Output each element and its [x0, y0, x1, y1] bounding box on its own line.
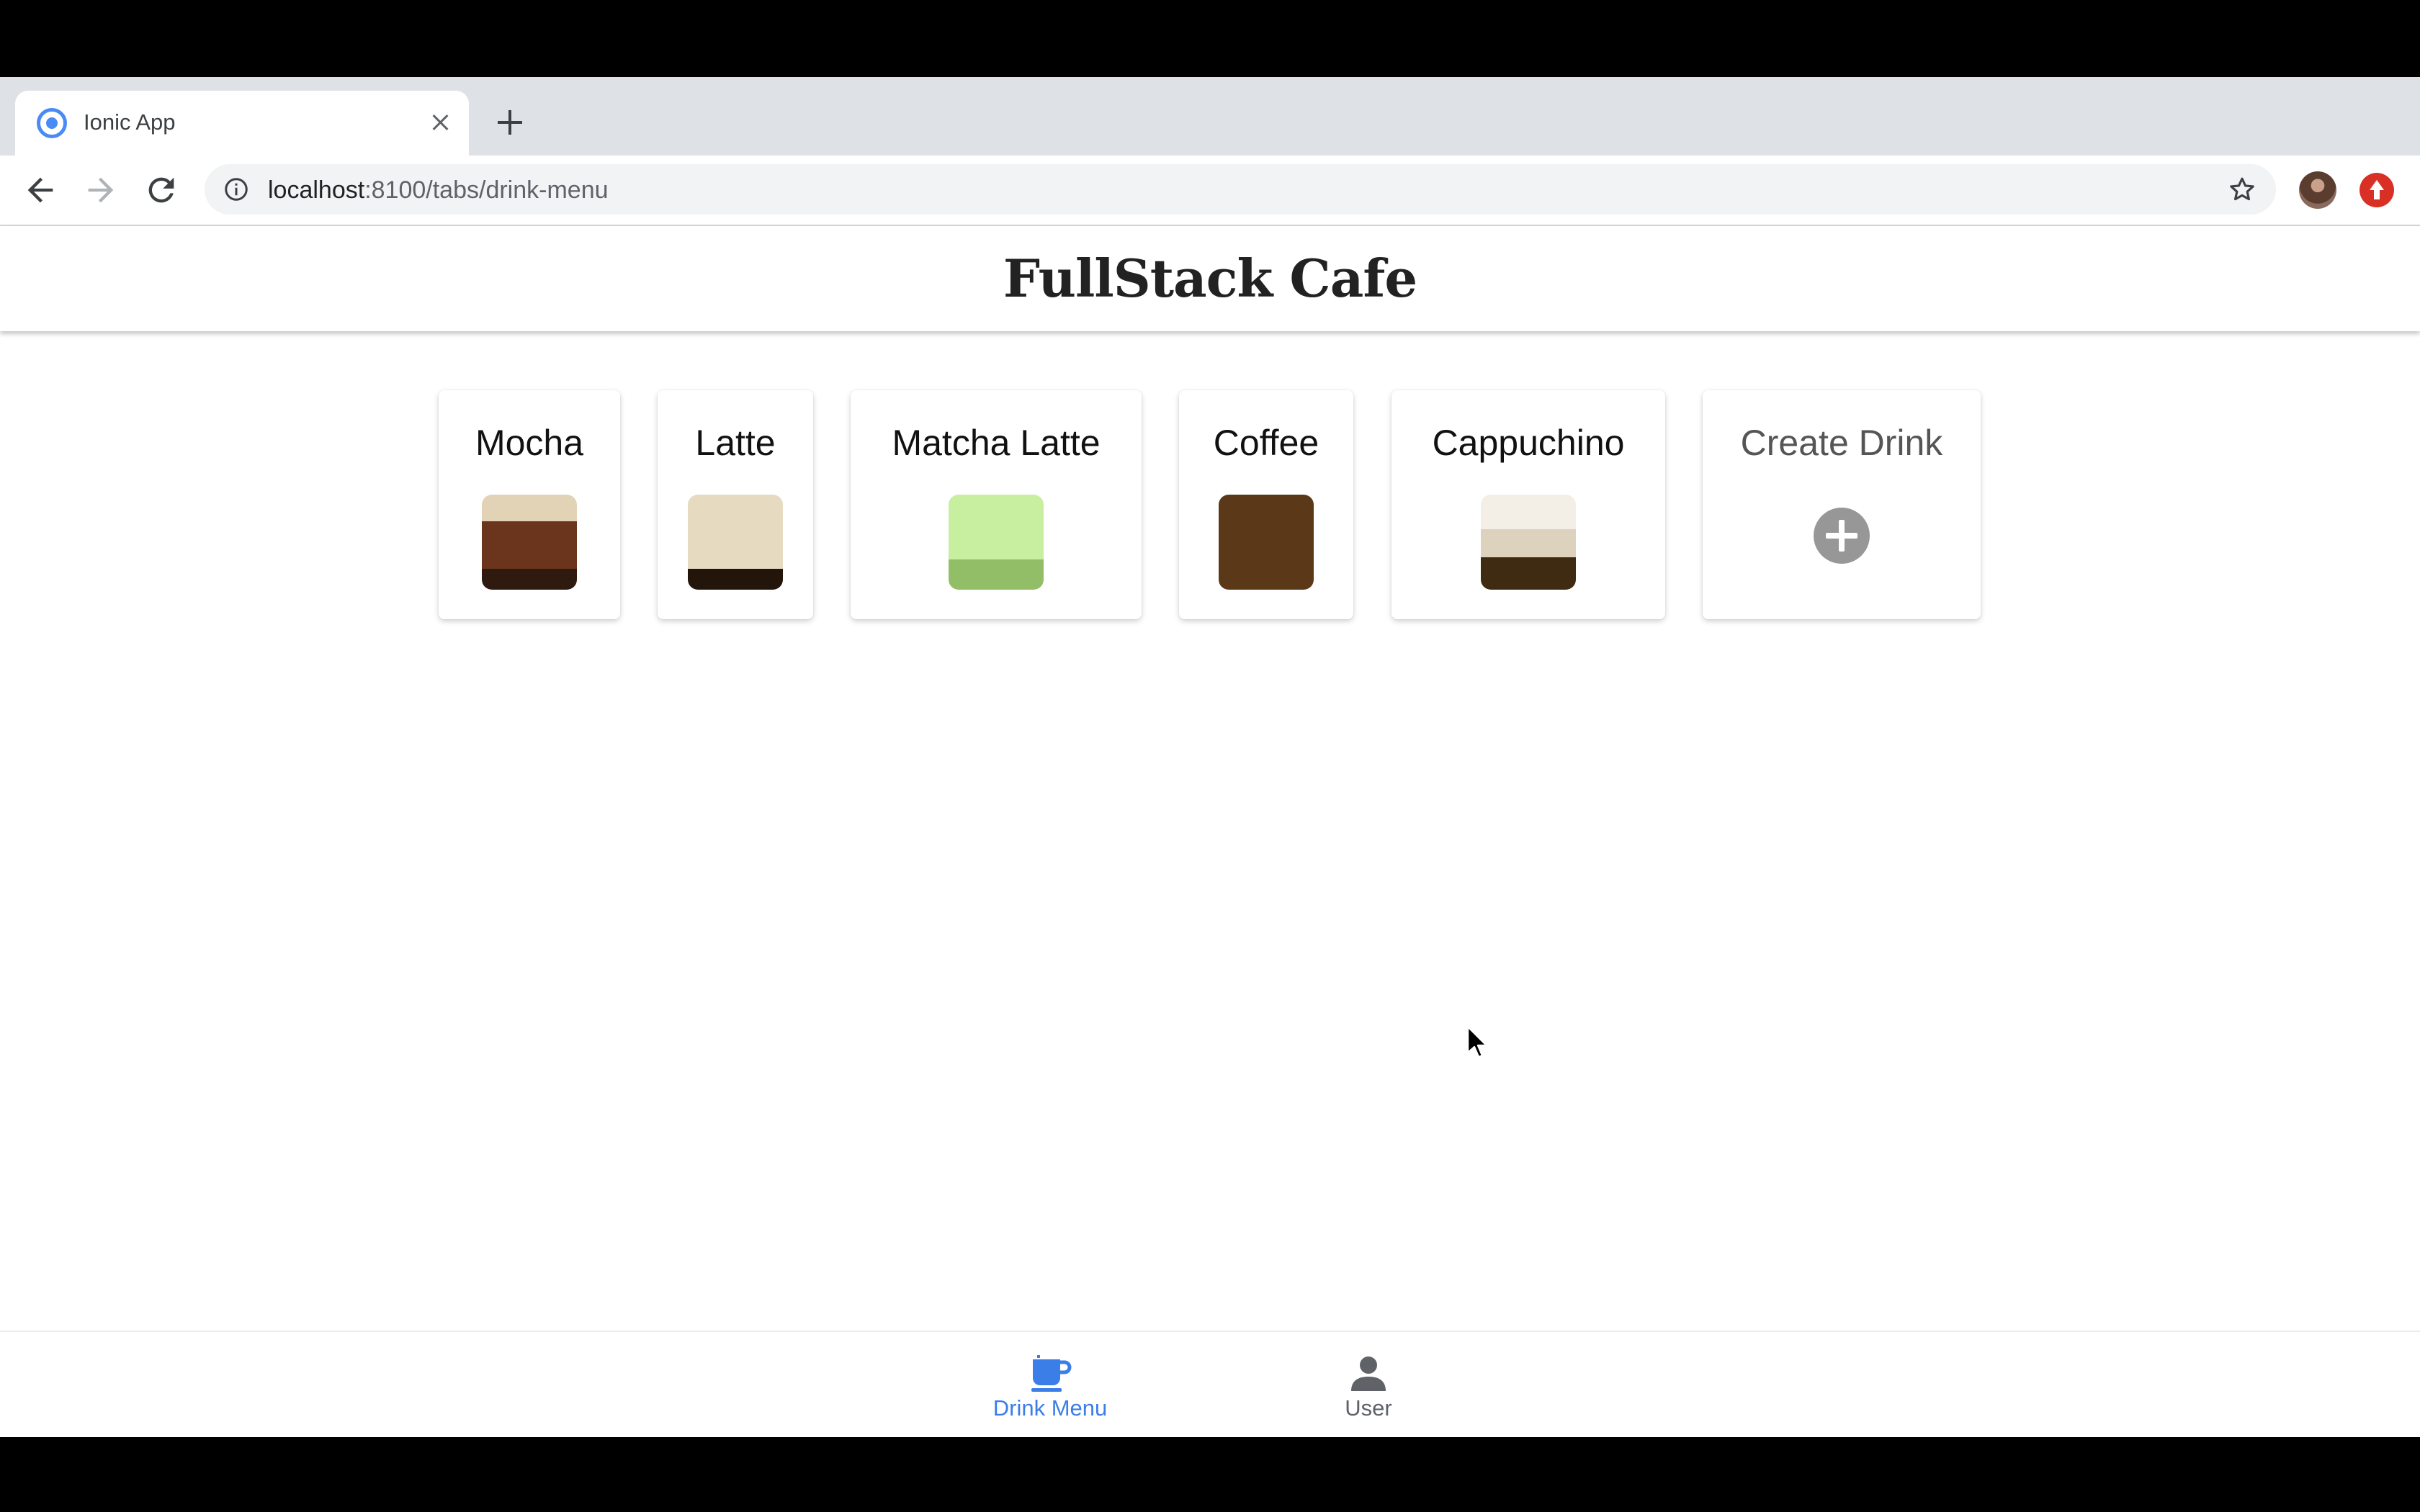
update-arrow-icon[interactable] — [2360, 173, 2394, 207]
address-bar[interactable]: localhost:8100/tabs/drink-menu — [205, 164, 2276, 215]
drink-layer — [1481, 557, 1576, 590]
app-viewport: FullStack Cafe Mocha Latte Matcha Latte … — [0, 226, 2420, 1439]
browser-toolbar: localhost:8100/tabs/drink-menu — [0, 156, 2420, 226]
drink-card[interactable]: Matcha Latte — [851, 390, 1142, 619]
drink-cup-icon — [482, 495, 577, 590]
ionic-favicon-icon — [37, 108, 67, 138]
bookmark-star-icon[interactable] — [2227, 174, 2257, 204]
close-tab-icon[interactable] — [424, 107, 456, 138]
browser-tab-title: Ionic App — [84, 109, 176, 135]
person-icon — [1351, 1356, 1386, 1391]
tab-user-label: User — [1345, 1395, 1392, 1421]
browser-tabstrip: Ionic App — [0, 77, 2420, 156]
url-host: localhost — [268, 176, 365, 204]
drink-cup-icon — [1481, 495, 1576, 590]
drink-cup-icon — [949, 495, 1044, 590]
drink-layer — [1481, 495, 1576, 530]
drink-name: Coffee — [1213, 423, 1319, 463]
page-title: FullStack Cafe — [1003, 248, 1417, 309]
url-path: :8100/tabs/drink-menu — [364, 176, 609, 204]
drink-card[interactable]: Cappuchino — [1392, 390, 1665, 619]
drink-card[interactable]: Mocha — [439, 390, 620, 619]
new-tab-icon[interactable] — [493, 106, 526, 139]
mouse-cursor-icon — [1466, 1025, 1488, 1058]
app-header: FullStack Cafe — [0, 226, 2420, 331]
drink-layer — [688, 495, 783, 570]
drink-layer — [1219, 495, 1314, 590]
create-drink-label: Create Drink — [1740, 423, 1943, 463]
drink-card[interactable]: Latte — [658, 390, 813, 619]
forward-arrow-icon[interactable] — [82, 171, 120, 209]
drink-name: Matcha Latte — [892, 423, 1101, 463]
drink-card[interactable]: Coffee — [1179, 390, 1353, 619]
drink-name: Cappuchino — [1432, 423, 1625, 463]
letterbox-bottom — [0, 1437, 2420, 1512]
drink-cup-icon — [1219, 495, 1314, 590]
tab-drink-menu-label: Drink Menu — [992, 1395, 1108, 1421]
drink-layer — [949, 559, 1044, 590]
tab-drink-menu[interactable]: Drink Menu — [942, 1332, 1158, 1439]
url-text[interactable]: localhost:8100/tabs/drink-menu — [268, 176, 609, 204]
drink-layer — [482, 521, 577, 570]
drink-name: Latte — [695, 423, 776, 463]
drink-layer — [482, 495, 577, 522]
tab-user[interactable]: User — [1260, 1332, 1476, 1439]
add-circle-icon[interactable] — [1814, 508, 1870, 564]
reload-icon[interactable] — [143, 171, 180, 209]
drink-layer — [949, 495, 1044, 560]
create-drink-card[interactable]: Create Drink — [1703, 390, 1981, 619]
drink-cup-icon — [688, 495, 783, 590]
browser-tab[interactable]: Ionic App — [15, 91, 469, 156]
bottom-tab-bar: Drink Menu User — [0, 1331, 2420, 1439]
drink-layer — [482, 568, 577, 590]
cafe-icon — [1031, 1355, 1072, 1392]
profile-avatar[interactable] — [2299, 171, 2336, 209]
drink-name: Mocha — [475, 423, 584, 463]
drink-layer — [1481, 528, 1576, 558]
back-arrow-icon[interactable] — [22, 171, 59, 209]
letterbox-top — [0, 0, 2420, 77]
site-info-icon[interactable] — [223, 176, 249, 202]
drink-layer — [688, 568, 783, 590]
